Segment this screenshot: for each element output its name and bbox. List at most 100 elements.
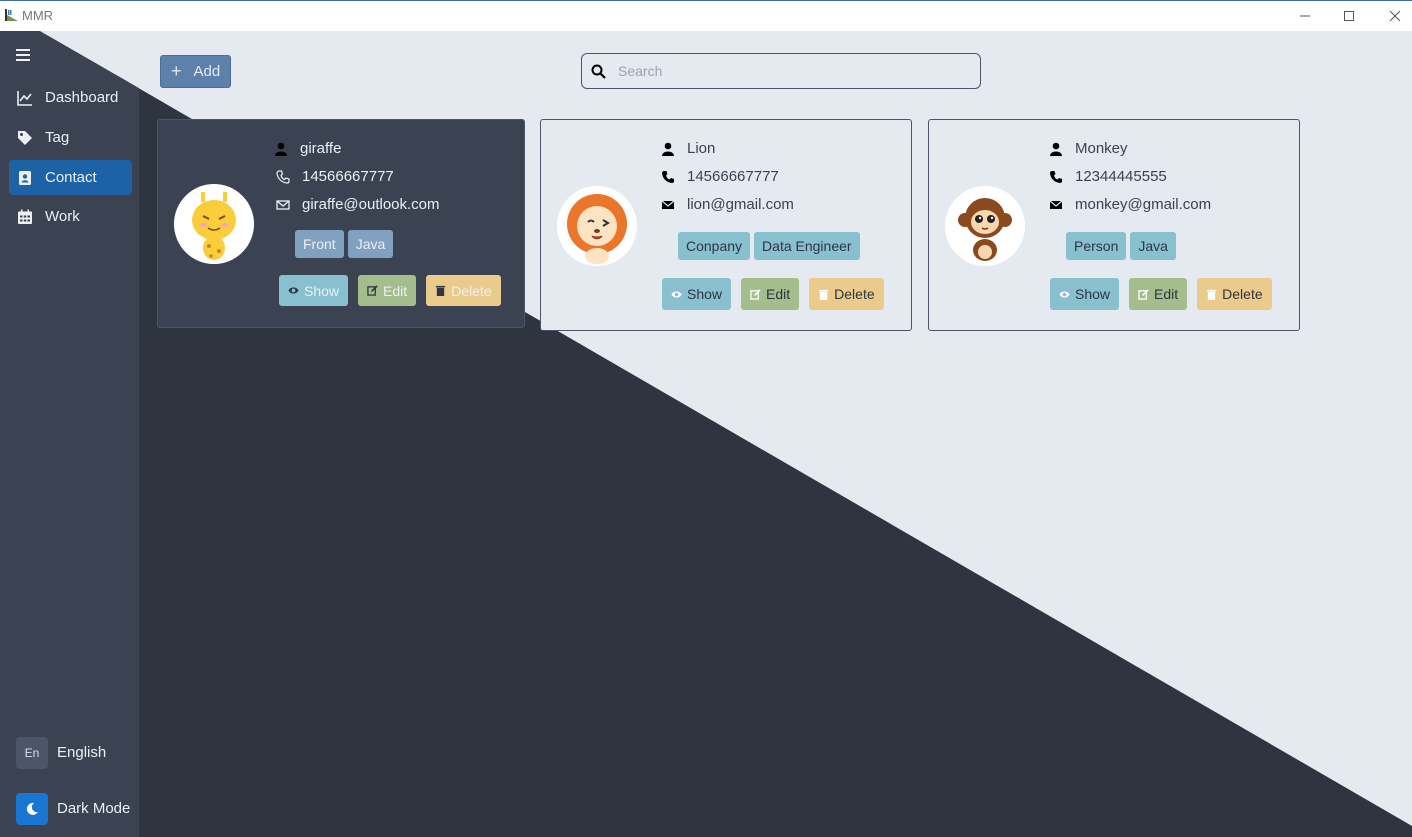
edit-label: Edit xyxy=(1154,286,1179,302)
tag-chip[interactable]: Java xyxy=(1130,232,1176,260)
dark-mode-label[interactable]: Dark Mode xyxy=(57,800,130,817)
search-input[interactable] xyxy=(618,60,968,82)
user-icon xyxy=(275,142,287,156)
tag-chip[interactable]: Person xyxy=(1066,232,1127,260)
contact-email-row: giraffe@outlook.com xyxy=(276,196,440,213)
lion-avatar-image xyxy=(557,186,637,266)
contact-actions: Show Edit Delete xyxy=(1050,278,1272,310)
contact-actions: Show Edit Delete xyxy=(662,278,884,310)
trash-icon xyxy=(819,289,829,300)
contact-email: giraffe@outlook.com xyxy=(302,196,440,213)
giraffe-avatar-image xyxy=(174,184,254,264)
trash-icon xyxy=(436,285,446,296)
window-title: MMR xyxy=(22,8,54,23)
contact-name-row: giraffe xyxy=(274,140,341,157)
tag-chip[interactable]: Conpany xyxy=(678,232,751,260)
plus-icon: + xyxy=(171,61,182,81)
menu-icon[interactable] xyxy=(16,48,30,62)
contact-card-icon xyxy=(19,170,31,185)
eye-icon xyxy=(288,287,299,294)
avatar-monkey xyxy=(945,186,1025,266)
contact-card-giraffe: giraffe 14566667777 giraffe@outlook.com … xyxy=(157,119,525,328)
maximize-icon[interactable] xyxy=(1338,5,1360,27)
edit-button[interactable]: Edit xyxy=(1129,278,1188,310)
show-button[interactable]: Show xyxy=(1050,278,1120,310)
contact-email: monkey@gmail.com xyxy=(1075,196,1212,213)
moon-icon xyxy=(26,802,38,815)
eye-icon xyxy=(1059,290,1070,298)
minimize-icon[interactable] xyxy=(1294,5,1316,27)
sidebar-item-label: Dashboard xyxy=(45,89,119,106)
phone-icon xyxy=(1050,170,1062,183)
window-titlebar: MMR xyxy=(0,0,1412,31)
sidebar-item-contact[interactable]: Contact xyxy=(9,160,132,195)
contact-name: giraffe xyxy=(300,140,342,157)
dark-mode-button[interactable] xyxy=(16,793,48,825)
delete-label: Delete xyxy=(834,286,875,302)
calendar-icon xyxy=(18,209,32,224)
show-label: Show xyxy=(687,286,723,302)
contact-phone-row: 14566667777 xyxy=(276,168,394,185)
contact-name-row: Monkey xyxy=(1049,140,1128,157)
edit-label: Edit xyxy=(383,282,408,299)
contact-email-row: monkey@gmail.com xyxy=(1049,196,1211,213)
language-code: En xyxy=(24,746,40,760)
chart-line-icon xyxy=(17,90,32,106)
sidebar-item-label: Contact xyxy=(45,169,97,186)
contact-tags: Conpany Data Engineer xyxy=(678,232,860,260)
contact-name: Lion xyxy=(687,140,716,157)
search-box[interactable] xyxy=(581,53,981,89)
sidebar-item-dashboard[interactable]: Dashboard xyxy=(9,80,132,115)
tag-chip[interactable]: Java xyxy=(347,230,394,258)
user-icon xyxy=(662,142,674,156)
edit-button[interactable]: Edit xyxy=(358,275,417,306)
add-button[interactable]: + Add xyxy=(160,55,231,88)
app-logo-icon xyxy=(5,9,18,21)
contact-email-row: lion@gmail.com xyxy=(661,196,794,213)
contact-phone: 14566667777 xyxy=(687,168,779,185)
contact-phone-row: 14566667777 xyxy=(661,168,779,185)
delete-label: Delete xyxy=(1222,286,1263,302)
edit-icon xyxy=(750,288,761,300)
edit-icon xyxy=(1138,288,1149,300)
eye-icon xyxy=(671,290,682,298)
avatar-lion xyxy=(557,186,637,266)
edit-button[interactable]: Edit xyxy=(741,278,800,310)
delete-button[interactable]: Delete xyxy=(426,275,501,306)
contact-name-row: Lion xyxy=(661,140,715,157)
search-icon xyxy=(591,64,606,79)
language-button[interactable]: En xyxy=(16,737,48,769)
edit-label: Edit xyxy=(766,286,791,302)
show-button[interactable]: Show xyxy=(662,278,732,310)
envelope-icon xyxy=(276,199,290,210)
tag-chip[interactable]: Data Engineer xyxy=(754,232,860,260)
envelope-icon xyxy=(1049,200,1063,209)
contact-tags: Person Java xyxy=(1066,232,1176,260)
avatar-giraffe xyxy=(174,184,254,264)
contact-phone-row: 12344445555 xyxy=(1049,168,1167,185)
envelope-icon xyxy=(661,200,675,209)
show-label: Show xyxy=(304,282,340,299)
contact-card-lion: Lion 14566667777 lion@gmail.com Conpany … xyxy=(540,119,912,331)
sidebar-item-work[interactable]: Work xyxy=(9,199,132,234)
monkey-avatar-image xyxy=(945,186,1025,266)
contact-tags: Front Java xyxy=(295,230,394,258)
contact-email: lion@gmail.com xyxy=(687,196,794,213)
contact-phone: 14566667777 xyxy=(302,168,394,185)
contact-name: Monkey xyxy=(1075,140,1128,157)
delete-button[interactable]: Delete xyxy=(809,278,884,310)
close-icon[interactable] xyxy=(1384,5,1406,27)
phone-icon xyxy=(276,169,290,184)
tag-chip[interactable]: Front xyxy=(295,230,344,258)
add-label: Add xyxy=(193,63,221,80)
language-label[interactable]: English xyxy=(57,744,106,761)
delete-button[interactable]: Delete xyxy=(1197,278,1272,310)
show-button[interactable]: Show xyxy=(279,275,349,306)
show-label: Show xyxy=(1075,286,1111,302)
sidebar-item-label: Tag xyxy=(45,129,70,146)
sidebar-item-tag[interactable]: Tag xyxy=(9,120,132,155)
contact-actions: Show Edit Delete xyxy=(279,275,501,306)
contact-card-monkey: Monkey 12344445555 monkey@gmail.com Pers… xyxy=(928,119,1300,331)
delete-label: Delete xyxy=(451,282,492,299)
tag-icon xyxy=(18,130,32,145)
